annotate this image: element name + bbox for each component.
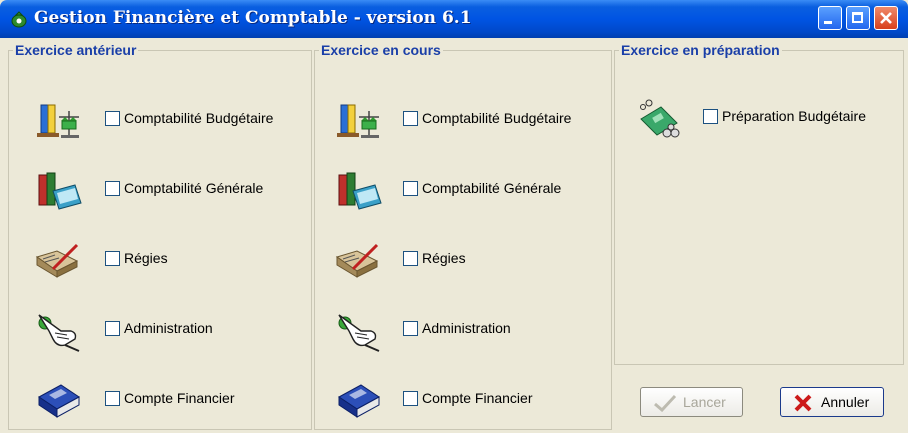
pointing-hand-icon [38,314,80,352]
checkbox[interactable] [105,181,120,196]
title-bar[interactable]: Gestion Financière et Comptable - versio… [0,0,908,38]
checkbox[interactable] [105,251,120,266]
module-label: Comptabilité Générale [422,180,562,196]
budget-scale-icon [37,104,79,138]
group-title: Exercice en préparation [619,42,782,58]
lancer-label: Lancer [683,394,726,410]
module-label: Administration [124,320,213,336]
module-regies[interactable]: Régies [35,239,305,279]
module-compte-financier[interactable]: Compte Financier [335,379,605,419]
group-exercice-en-cours: Exercice en cours Comptabilité Budgétair… [314,42,612,430]
budget-scale-icon [337,104,379,138]
group-title: Exercice antérieur [13,42,139,58]
checkmark-icon [654,394,677,412]
ledger-pen-icon [335,243,379,278]
checkbox[interactable] [403,391,418,406]
checkbox[interactable] [105,111,120,126]
checkbox[interactable] [403,321,418,336]
module-compte-financier[interactable]: Compte Financier [35,379,305,419]
module-regies[interactable]: Régies [335,239,605,279]
red-x-icon [794,394,812,412]
module-administration[interactable]: Administration [335,309,605,352]
annuler-label: Annuler [821,394,870,410]
module-preparation-budgetaire[interactable]: Préparation Budgétaire [635,97,897,138]
app-window: Gestion Financière et Comptable - versio… [0,0,908,433]
module-label: Régies [124,250,168,266]
module-label: Administration [422,320,511,336]
books-icon [38,172,82,210]
group-exercice-anterieur: Exercice antérieur Comptabilité Budgétai… [8,42,312,430]
lancer-button[interactable]: Lancer [640,387,743,417]
pointing-hand-icon [338,314,380,352]
module-label: Compte Financier [422,390,533,406]
money-bag-icon [11,11,27,28]
annuler-button[interactable]: Annuler [780,387,884,417]
module-comptabilite-budgetaire[interactable]: Comptabilité Budgétaire [35,99,305,139]
window-title: Gestion Financière et Comptable - versio… [34,8,472,28]
module-administration[interactable]: Administration [35,309,305,352]
group-exercice-en-preparation: Exercice en préparation Préparation Budg… [614,42,904,365]
minimize-button[interactable] [818,6,842,30]
close-button[interactable] [874,6,898,30]
module-comptabilite-budgetaire[interactable]: Comptabilité Budgétaire [335,99,605,139]
ledger-pen-icon [35,243,79,278]
checkbox[interactable] [105,391,120,406]
maximize-button[interactable] [846,6,870,30]
module-comptabilite-generale[interactable]: Comptabilité Générale [35,169,305,210]
close-icon [880,12,892,24]
books-icon [338,172,382,210]
checkbox[interactable] [403,111,418,126]
checkbox[interactable] [403,251,418,266]
module-comptabilite-generale[interactable]: Comptabilité Générale [335,169,605,210]
checkbox[interactable] [703,109,718,124]
checkbox[interactable] [105,321,120,336]
module-label: Comptabilité Budgétaire [422,110,572,126]
group-title: Exercice en cours [319,42,443,58]
module-label: Préparation Budgétaire [722,108,866,124]
module-label: Comptabilité Budgétaire [124,110,274,126]
money-coins-icon [640,99,680,138]
module-label: Régies [422,250,466,266]
blue-book-icon [38,384,80,418]
module-label: Comptabilité Générale [124,180,264,196]
module-label: Compte Financier [124,390,235,406]
checkbox[interactable] [403,181,418,196]
blue-book-icon [338,384,380,418]
